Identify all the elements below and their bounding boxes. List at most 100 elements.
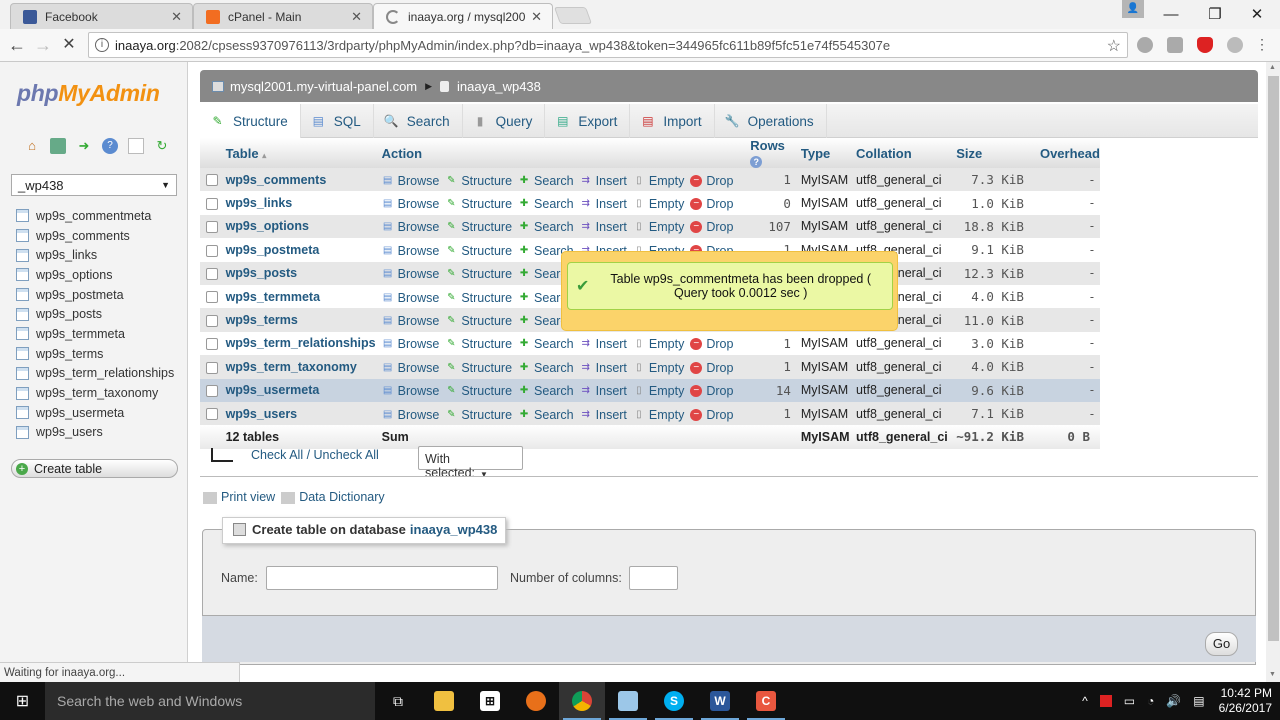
sidebar-table-label[interactable]: wp9s_posts [36,307,102,321]
logout-icon[interactable] [50,138,66,154]
table-name-link[interactable]: wp9s_links [226,196,293,210]
size-cell[interactable]: 4.0 KiB [950,355,1034,379]
search-action[interactable]: ✚ Search [518,197,574,211]
table-icon[interactable] [16,229,29,243]
sidebar-table-label[interactable]: wp9s_usermeta [36,406,124,420]
browse-action[interactable]: ▤ Browse [382,408,439,422]
minimize-button[interactable]: — [1148,0,1194,28]
new-tab-button[interactable] [553,7,593,24]
browse-action[interactable]: ▤ Browse [382,314,439,328]
sidebar-table-label[interactable]: wp9s_termmeta [36,327,125,341]
size-cell[interactable]: 1.0 KiB [950,191,1034,215]
empty-action[interactable]: ▯ Empty [633,197,684,211]
query-window-icon[interactable]: ➜ [76,138,92,154]
data-dictionary-link[interactable]: Data Dictionary [281,490,385,504]
search-action[interactable]: ✚ Search [518,174,574,188]
extension-icon[interactable] [1167,37,1183,53]
tab-export[interactable]: ▤ Export [545,104,631,138]
size-cell[interactable]: 9.6 KiB [950,378,1034,402]
browse-action[interactable]: ▤ Browse [382,267,439,281]
table-name-link[interactable]: wp9s_comments [226,173,327,187]
empty-action[interactable]: ▯ Empty [633,337,684,351]
table-icon[interactable] [16,386,29,400]
extension-icon[interactable] [1137,37,1153,53]
insert-action[interactable]: ⇉ Insert [580,384,626,398]
header-table[interactable]: Table ▴ [219,138,376,168]
sidebar-table-item[interactable]: wp9s_usermeta [16,403,174,423]
close-tab-icon[interactable]: ✕ [531,9,542,25]
database-select[interactable]: _wp438 ▼ [11,174,177,196]
row-checkbox[interactable] [206,221,218,234]
insert-action[interactable]: ⇉ Insert [580,337,626,351]
size-cell[interactable]: 3.0 KiB [950,331,1034,356]
browse-action[interactable]: ▤ Browse [382,244,439,258]
recorder-icon[interactable]: C [743,682,789,720]
skype-icon[interactable]: S [651,682,697,720]
drop-action[interactable]: −Drop [690,384,733,398]
row-checkbox[interactable] [206,408,218,421]
store-icon[interactable]: ⊞ [467,682,513,720]
tab-import[interactable]: ▤ Import [630,104,715,138]
create-table-button[interactable]: + Create table [11,459,178,478]
browse-action[interactable]: ▤ Browse [382,197,439,211]
size-cell[interactable]: 4.0 KiB [950,284,1034,309]
page-scrollbar[interactable]: ▲ ▼ [1266,62,1280,682]
sidebar-table-label[interactable]: wp9s_postmeta [36,288,124,302]
sidebar-table-label[interactable]: wp9s_users [36,425,103,439]
insert-action[interactable]: ⇉ Insert [580,220,626,234]
table-name-link[interactable]: wp9s_term_taxonomy [226,360,357,374]
structure-action[interactable]: ✎ Structure [445,174,512,188]
tab-phpmyadmin[interactable]: inaaya.org / mysql2001.m ✕ [373,3,553,29]
drop-action[interactable]: −Drop [690,174,733,188]
search-action[interactable]: ✚ Search [518,384,574,398]
table-row[interactable]: wp9s_options ▤ Browse ✎ Structure ✚ Search ⇉ Ins… [200,214,1100,239]
row-checkbox[interactable] [206,291,218,304]
address-bar[interactable]: i inaaya.org :2082/cpsess9370976113/3rdp… [88,32,1128,58]
extension-icon[interactable] [1227,37,1243,53]
header-type[interactable]: Type [794,138,851,168]
row-checkbox[interactable] [206,338,218,351]
table-name-input[interactable] [266,566,498,590]
header-size[interactable]: Size [950,138,1034,168]
table-row[interactable]: wp9s_usermeta ▤ Browse ✎ Structure ✚ Search ⇉ In… [200,378,1100,402]
search-action[interactable]: ✚ Search [518,408,574,422]
structure-action[interactable]: ✎ Structure [445,337,512,351]
firefox-icon[interactable] [513,682,559,720]
sidebar-table-item[interactable]: wp9s_term_taxonomy [16,383,174,403]
number-of-columns-input[interactable] [629,566,678,590]
with-selected-dropdown[interactable]: With selected: ▼ [418,446,523,480]
sidebar-table-label[interactable]: wp9s_links [36,248,97,262]
table-name-link[interactable]: wp9s_posts [226,266,298,280]
windows-start-icon[interactable]: ⊞ [0,682,45,720]
browse-action[interactable]: ▤ Browse [382,361,439,375]
help-icon[interactable]: ? [750,156,763,168]
sidebar-table-label[interactable]: wp9s_comments [36,229,130,243]
sidebar-table-label[interactable]: wp9s_term_taxonomy [36,386,158,400]
table-row[interactable]: wp9s_term_taxonomy ▤ Browse ✎ Structure ✚ Sear… [200,355,1100,379]
structure-action[interactable]: ✎ Structure [445,408,512,422]
search-action[interactable]: ✚ Search [518,337,574,351]
task-view-icon[interactable]: ⧉ [375,682,421,720]
close-tab-icon[interactable]: ✕ [171,9,182,25]
taskbar-search[interactable]: Search the web and Windows [45,682,375,720]
size-cell[interactable]: 9.1 KiB [950,238,1034,262]
insert-action[interactable]: ⇉ Insert [580,408,626,422]
table-name-link[interactable]: wp9s_users [226,407,298,421]
tab-sql[interactable]: ▤ SQL [301,104,374,138]
insert-action[interactable]: ⇉ Insert [580,197,626,211]
structure-action[interactable]: ✎ Structure [445,314,512,328]
stop-button[interactable]: ✕ [57,34,81,56]
table-name-link[interactable]: wp9s_terms [226,313,298,327]
table-icon[interactable] [16,366,29,380]
browse-action[interactable]: ▤ Browse [382,337,439,351]
structure-action[interactable]: ✎ Structure [445,220,512,234]
sidebar-table-item[interactable]: wp9s_commentmeta [16,206,174,226]
row-checkbox[interactable] [206,314,218,327]
sidebar-table-item[interactable]: wp9s_term_relationships [16,364,174,384]
browse-action[interactable]: ▤ Browse [382,384,439,398]
tab-cpanel[interactable]: cPanel - Main ✕ [193,3,373,29]
wifi-icon[interactable]: ◔ [1147,694,1154,708]
structure-action[interactable]: ✎ Structure [445,361,512,375]
table-name-link[interactable]: wp9s_options [226,219,309,233]
menu-icon[interactable]: ⋮ [1255,37,1269,53]
